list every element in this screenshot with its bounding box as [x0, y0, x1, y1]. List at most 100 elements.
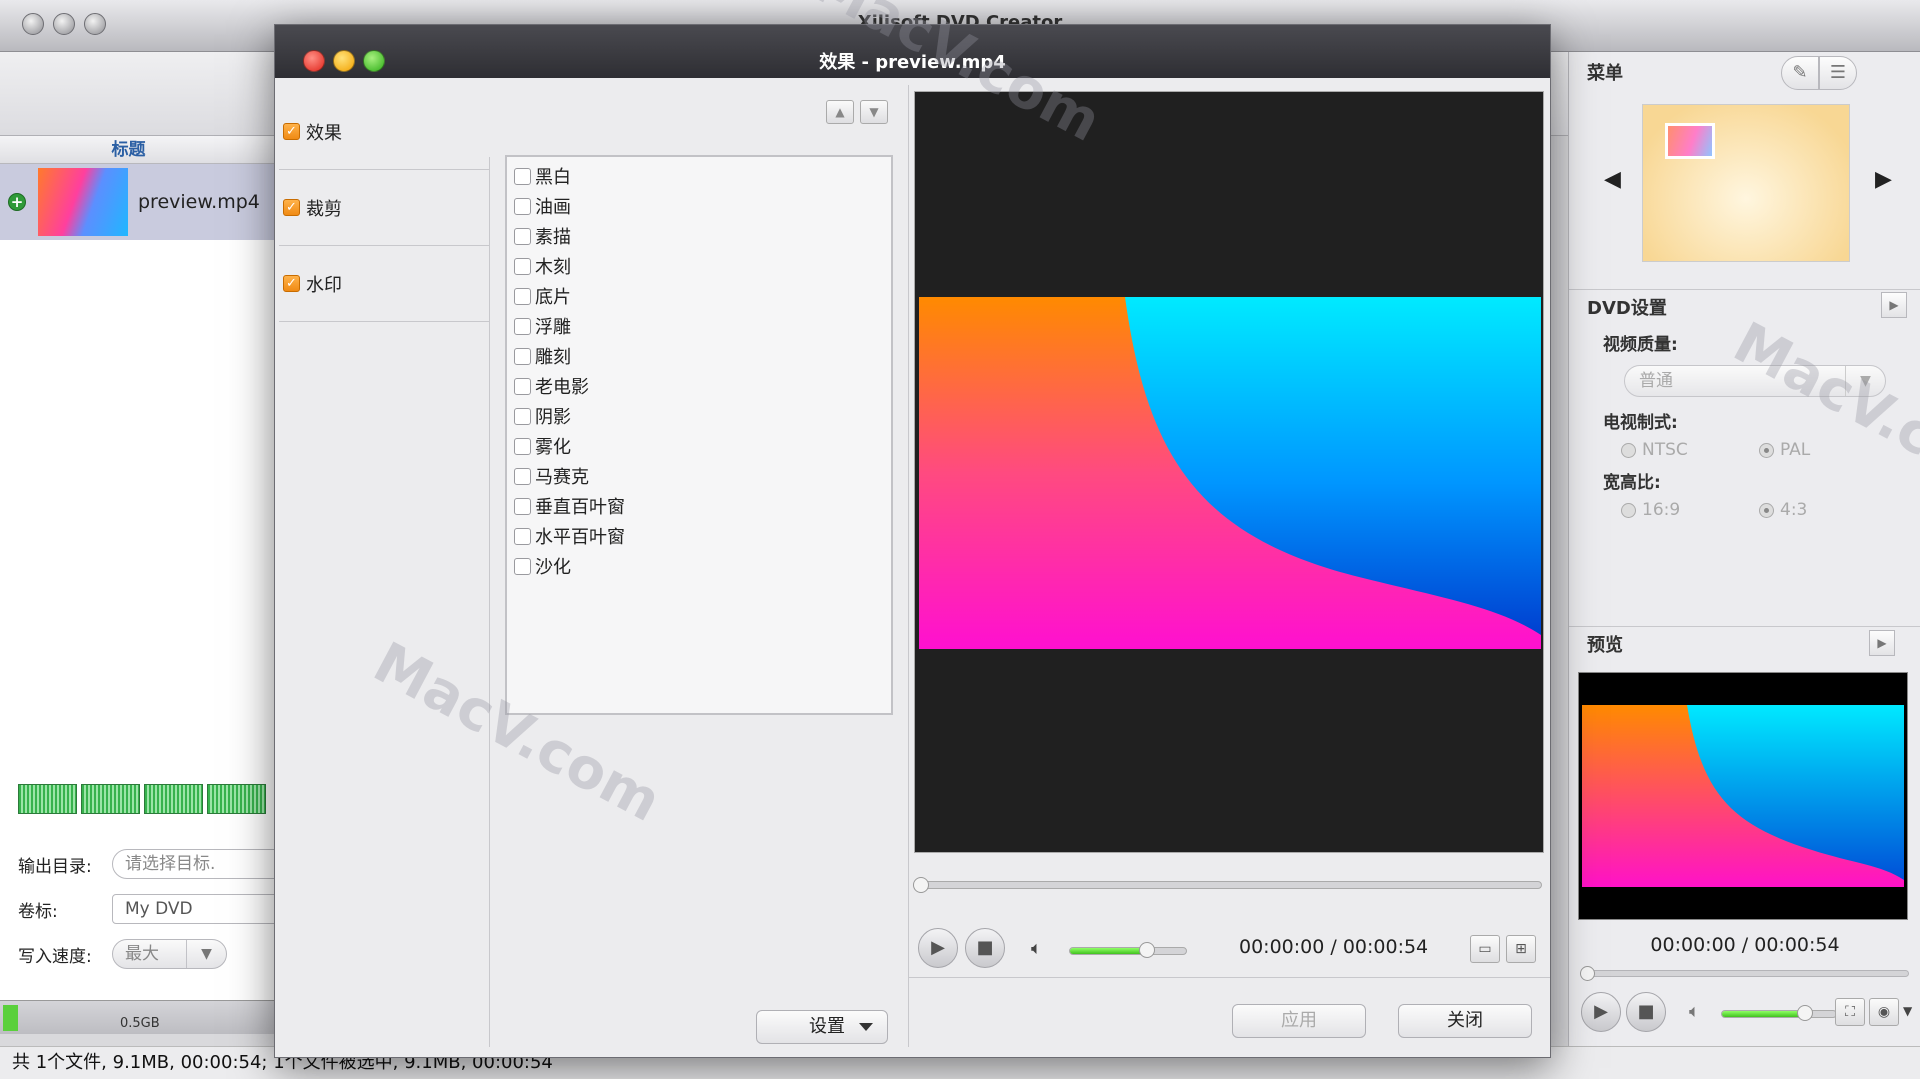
effect-item[interactable]: 油画: [507, 191, 891, 221]
effect-item[interactable]: 雾化: [507, 431, 891, 461]
preview-volume-slider[interactable]: [1721, 1005, 1837, 1021]
effect-item[interactable]: 素描: [507, 221, 891, 251]
split-view-icon[interactable]: ⊞: [1506, 935, 1536, 963]
file-list-item[interactable]: + preview.mp4: [0, 164, 277, 240]
effect-checkbox[interactable]: [514, 167, 531, 185]
checkbox-checked[interactable]: ✓: [283, 199, 300, 216]
effect-label: 马赛克: [535, 467, 589, 488]
video-quality-select[interactable]: 普通 ▼: [1624, 365, 1886, 397]
apply-button[interactable]: 应用: [1232, 1004, 1366, 1038]
chevron-down-icon: [859, 1023, 873, 1031]
effect-checkbox[interactable]: [514, 347, 531, 365]
file-name: preview.mp4: [138, 191, 260, 213]
effect-label: 雕刻: [535, 347, 571, 368]
add-title-icon[interactable]: +: [8, 193, 26, 211]
effect-item[interactable]: 水平百叶窗: [507, 521, 891, 551]
effect-item[interactable]: 浮雕: [507, 311, 891, 341]
disc-capacity-bar: 0.5GB: [0, 1000, 278, 1034]
effect-label: 底片: [535, 287, 571, 308]
volume-label-input[interactable]: My DVD: [112, 894, 292, 924]
volume-slider[interactable]: [1069, 942, 1187, 958]
waveform-segment: [18, 784, 77, 814]
snapshot-icon[interactable]: ◉: [1869, 998, 1899, 1026]
tab-effect[interactable]: ✓ 效果: [279, 94, 489, 170]
effect-item[interactable]: 阴影: [507, 401, 891, 431]
effect-checkbox[interactable]: [514, 287, 531, 305]
effect-checkbox[interactable]: [514, 377, 531, 395]
volume-icon[interactable]: 🔈︎: [1031, 938, 1042, 959]
tv-pal-radio[interactable]: PAL: [1759, 440, 1810, 460]
effect-checkbox[interactable]: [514, 227, 531, 245]
prev-template-icon[interactable]: ◀: [1604, 167, 1621, 192]
effect-label: 素描: [535, 227, 571, 248]
play-button[interactable]: ▶: [918, 928, 958, 968]
preview-video-player: [1578, 672, 1908, 920]
tv-ntsc-radio[interactable]: NTSC: [1621, 440, 1688, 460]
chevron-down-icon[interactable]: ▼: [1903, 1004, 1912, 1018]
effect-item[interactable]: 老电影: [507, 371, 891, 401]
aspect-16-9-radio[interactable]: 16:9: [1621, 500, 1680, 520]
fullscreen-icon[interactable]: ⛶: [1835, 998, 1865, 1026]
effect-checkbox[interactable]: [514, 467, 531, 485]
preview-seek-bar[interactable]: [1580, 966, 1909, 981]
effect-checkbox[interactable]: [514, 197, 531, 215]
effect-label: 雾化: [535, 437, 571, 458]
write-speed-label: 写入速度:: [18, 946, 92, 967]
chevron-down-icon[interactable]: ▼: [186, 940, 226, 968]
effect-seek-bar[interactable]: [913, 877, 1542, 893]
effect-checkbox[interactable]: [514, 437, 531, 455]
menu-list-icon[interactable]: ☰: [1819, 56, 1857, 90]
title-column-header[interactable]: 标题: [0, 136, 277, 164]
preview-stop-button[interactable]: ■: [1626, 992, 1666, 1032]
tv-pal-label: PAL: [1780, 440, 1811, 460]
effect-item[interactable]: 底片: [507, 281, 891, 311]
menu-template-thumbnail[interactable]: [1642, 104, 1850, 262]
close-dialog-button[interactable]: 关闭: [1398, 1004, 1532, 1038]
file-list-panel: 标题 + preview.mp4 输出目录: 请选择目标. 卷标: My DVD…: [0, 136, 292, 1002]
preview-time-display: 00:00:00 / 00:00:54: [1650, 934, 1840, 956]
next-template-icon[interactable]: ▶: [1875, 167, 1892, 192]
aspect-4-3-radio[interactable]: 4:3: [1759, 500, 1807, 520]
seek-knob[interactable]: [913, 877, 929, 893]
seek-knob[interactable]: [1580, 966, 1595, 981]
checkbox-checked[interactable]: ✓: [283, 275, 300, 292]
settings-label: 设置: [809, 1016, 845, 1037]
effect-label: 油画: [535, 197, 571, 218]
tab-crop[interactable]: ✓ 裁剪: [279, 170, 489, 246]
single-view-icon[interactable]: ▭: [1470, 935, 1500, 963]
effect-item[interactable]: 马赛克: [507, 461, 891, 491]
expand-dvd-settings-icon[interactable]: ▶: [1881, 292, 1907, 318]
effect-item[interactable]: 黑白: [507, 161, 891, 191]
settings-dropdown-button[interactable]: 设置: [756, 1010, 888, 1044]
volume-knob[interactable]: [1797, 1005, 1813, 1021]
effect-checkbox[interactable]: [514, 497, 531, 515]
audio-waveform-strip: [18, 784, 266, 814]
radio-dot: [1621, 442, 1636, 458]
move-up-icon[interactable]: ▲: [826, 100, 854, 124]
right-panel: 菜单 ✎ ☰ ◀ ▶ DVD设置 ▶ 视频质量: 普通 ▼ 电视制式: NTSC…: [1568, 52, 1920, 1046]
volume-knob[interactable]: [1139, 942, 1155, 958]
effect-category-tabs: ✓ 效果 ✓ 裁剪 ✓ 水印: [279, 94, 489, 322]
menu-template-mini-image: [1665, 123, 1715, 159]
effect-checkbox[interactable]: [514, 257, 531, 275]
preview-play-button[interactable]: ▶: [1581, 992, 1621, 1032]
tab-watermark[interactable]: ✓ 水印: [279, 246, 489, 322]
stop-button[interactable]: ■: [965, 928, 1005, 968]
write-speed-select[interactable]: 最大 ▼: [112, 939, 227, 969]
effect-item[interactable]: 沙化: [507, 551, 891, 581]
expand-preview-icon[interactable]: ▶: [1869, 630, 1895, 656]
edit-menu-icon[interactable]: ✎: [1781, 56, 1819, 90]
volume-icon[interactable]: 🔈︎: [1689, 1001, 1700, 1022]
effect-checkbox[interactable]: [514, 317, 531, 335]
effect-item[interactable]: 木刻: [507, 251, 891, 281]
output-dir-input[interactable]: 请选择目标.: [112, 849, 292, 879]
move-down-icon[interactable]: ▼: [860, 100, 888, 124]
effect-checkbox[interactable]: [514, 557, 531, 575]
effect-checkbox[interactable]: [514, 407, 531, 425]
effect-item[interactable]: 垂直百叶窗: [507, 491, 891, 521]
checkbox-checked[interactable]: ✓: [283, 123, 300, 140]
chevron-down-icon[interactable]: ▼: [1845, 366, 1885, 396]
volume-label-row: 卷标: My DVD: [18, 894, 292, 924]
effect-checkbox[interactable]: [514, 527, 531, 545]
effect-item[interactable]: 雕刻: [507, 341, 891, 371]
